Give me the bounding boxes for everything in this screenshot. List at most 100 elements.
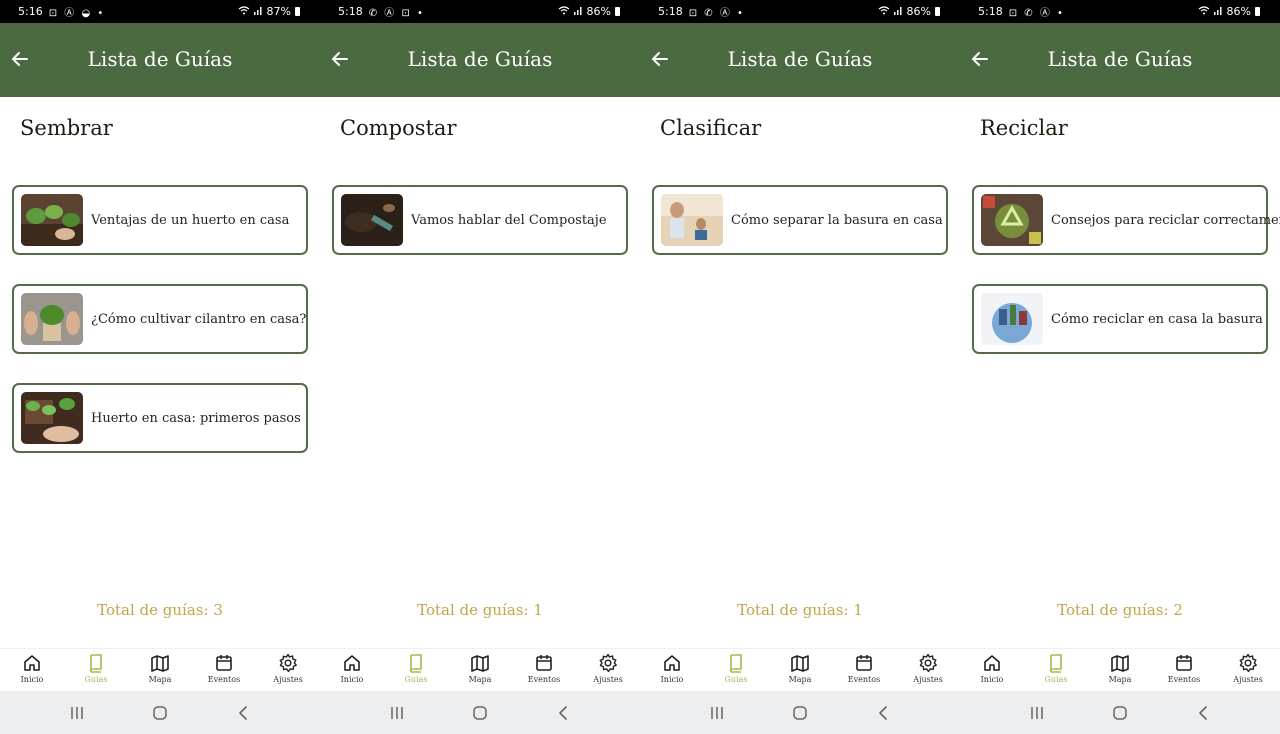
nav-mapa[interactable]: Mapa: [768, 649, 832, 692]
bottom-navigation: Inicio Guías Mapa Eventos Ajustes: [640, 648, 960, 692]
book-icon: [1046, 653, 1066, 673]
nav-guias[interactable]: Guías: [384, 649, 448, 692]
battery-level: 86%: [586, 5, 611, 18]
nav-label-eventos: Eventos: [847, 675, 881, 684]
back-nav-icon[interactable]: [557, 705, 571, 724]
guide-card[interactable]: ¿Cómo cultivar cilantro en casa?: [12, 284, 308, 354]
guide-card[interactable]: Cómo reciclar en casa la basura: [972, 284, 1268, 354]
status-time: 5:18: [978, 5, 1003, 18]
home-button-icon[interactable]: [473, 705, 487, 724]
map-icon: [470, 653, 490, 673]
nav-inicio[interactable]: Inicio: [960, 649, 1024, 692]
nav-label-guias: Guías: [724, 675, 748, 684]
guide-card[interactable]: Vamos hablar del Compostaje: [332, 185, 628, 255]
status-right: 87%: [238, 5, 300, 18]
nav-mapa[interactable]: Mapa: [448, 649, 512, 692]
wifi-icon: [558, 5, 570, 18]
nav-label-guias: Guías: [404, 675, 428, 684]
battery-icon: [935, 7, 940, 16]
gear-icon: [1238, 653, 1258, 673]
nav-label-guias: Guías: [84, 675, 108, 684]
nav-label-ajustes: Ajustes: [273, 675, 303, 684]
guides-total: Total de guías: 3: [0, 601, 320, 619]
category-title: Clasificar: [660, 116, 762, 140]
status-bar: 5:18 ✆ Ⓐ ⊡ • 86%: [320, 0, 640, 23]
nav-eventos[interactable]: Eventos: [1152, 649, 1216, 692]
nav-label-ajustes: Ajustes: [913, 675, 943, 684]
guide-title: Consejos para reciclar correctamente: [1051, 212, 1280, 228]
total-label: Total de guías:: [737, 601, 849, 619]
nav-label-eventos: Eventos: [1167, 675, 1201, 684]
nav-ajustes[interactable]: Ajustes: [576, 649, 640, 692]
total-count: 1: [853, 601, 863, 619]
nav-label-mapa: Mapa: [148, 675, 172, 684]
recents-icon[interactable]: [70, 705, 84, 724]
guide-title: Huerto en casa: primeros pasos: [91, 410, 301, 426]
calendar-icon: [1174, 653, 1194, 673]
nav-eventos[interactable]: Eventos: [192, 649, 256, 692]
home-button-icon[interactable]: [1113, 705, 1127, 724]
back-nav-icon[interactable]: [877, 705, 891, 724]
status-bar: 5:18 ⊡ ✆ Ⓐ • 86%: [640, 0, 960, 23]
guide-card[interactable]: Huerto en casa: primeros pasos: [12, 383, 308, 453]
home-button-icon[interactable]: [153, 705, 167, 724]
signal-icon: [573, 5, 583, 18]
nav-inicio[interactable]: Inicio: [640, 649, 704, 692]
notification-icons: ⊡ ✆ Ⓐ •: [688, 8, 745, 19]
bottom-navigation: Inicio Guías Mapa Eventos Ajustes: [320, 648, 640, 692]
nav-eventos[interactable]: Eventos: [832, 649, 896, 692]
app-title: Lista de Guías: [1047, 47, 1193, 71]
status-time: 5:18: [338, 5, 363, 18]
phone-screen: 5:16 ⊡ Ⓐ ◒ • 87% Lista de Guías Sembrar …: [0, 0, 320, 734]
app-bar: Lista de Guías: [0, 23, 320, 97]
screens-container: 5:16 ⊡ Ⓐ ◒ • 87% Lista de Guías Sembrar …: [0, 0, 1280, 734]
nav-ajustes[interactable]: Ajustes: [256, 649, 320, 692]
system-navigation: [0, 691, 320, 734]
map-icon: [790, 653, 810, 673]
guide-title: Ventajas de un huerto en casa: [91, 212, 290, 228]
guide-card[interactable]: Ventajas de un huerto en casa: [12, 185, 308, 255]
app-bar: Lista de Guías: [320, 23, 640, 97]
battery-level: 87%: [266, 5, 291, 18]
guide-card[interactable]: Consejos para reciclar correctamente: [972, 185, 1280, 255]
nav-mapa[interactable]: Mapa: [1088, 649, 1152, 692]
nav-guias[interactable]: Guías: [64, 649, 128, 692]
nav-label-inicio: Inicio: [340, 675, 364, 684]
nav-eventos[interactable]: Eventos: [512, 649, 576, 692]
back-nav-icon[interactable]: [237, 705, 251, 724]
compost-soil-photo: [341, 194, 403, 246]
battery-level: 86%: [1226, 5, 1251, 18]
nav-ajustes[interactable]: Ajustes: [1216, 649, 1280, 692]
status-right: 86%: [1198, 5, 1260, 18]
nav-ajustes[interactable]: Ajustes: [896, 649, 960, 692]
guide-list: Vamos hablar del Compostaje: [332, 185, 628, 284]
guide-card[interactable]: Cómo separar la basura en casa: [652, 185, 948, 255]
calendar-icon: [214, 653, 234, 673]
nav-mapa[interactable]: Mapa: [128, 649, 192, 692]
phone-screen: 5:18 ⊡ ✆ Ⓐ • 86% Lista de Guías Reciclar…: [960, 0, 1280, 734]
app-bar: Lista de Guías: [640, 23, 960, 97]
app-title: Lista de Guías: [727, 47, 873, 71]
nav-guias[interactable]: Guías: [1024, 649, 1088, 692]
home-icon: [662, 653, 682, 673]
nav-inicio[interactable]: Inicio: [0, 649, 64, 692]
potted-herb-photo: [21, 293, 83, 345]
recents-icon[interactable]: [390, 705, 404, 724]
signal-icon: [1213, 5, 1223, 18]
system-navigation: [320, 691, 640, 734]
nav-label-mapa: Mapa: [1108, 675, 1132, 684]
status-time: 5:18: [658, 5, 683, 18]
nav-guias[interactable]: Guías: [704, 649, 768, 692]
nav-label-ajustes: Ajustes: [593, 675, 623, 684]
bottom-navigation: Inicio Guías Mapa Eventos Ajustes: [0, 648, 320, 692]
back-nav-icon[interactable]: [1197, 705, 1211, 724]
recents-icon[interactable]: [1030, 705, 1044, 724]
total-count: 2: [1173, 601, 1183, 619]
signal-icon: [253, 5, 263, 18]
home-button-icon[interactable]: [793, 705, 807, 724]
status-bar: 5:18 ⊡ ✆ Ⓐ • 86%: [960, 0, 1280, 23]
home-icon: [982, 653, 1002, 673]
guides-total: Total de guías: 1: [320, 601, 640, 619]
nav-inicio[interactable]: Inicio: [320, 649, 384, 692]
recents-icon[interactable]: [710, 705, 724, 724]
